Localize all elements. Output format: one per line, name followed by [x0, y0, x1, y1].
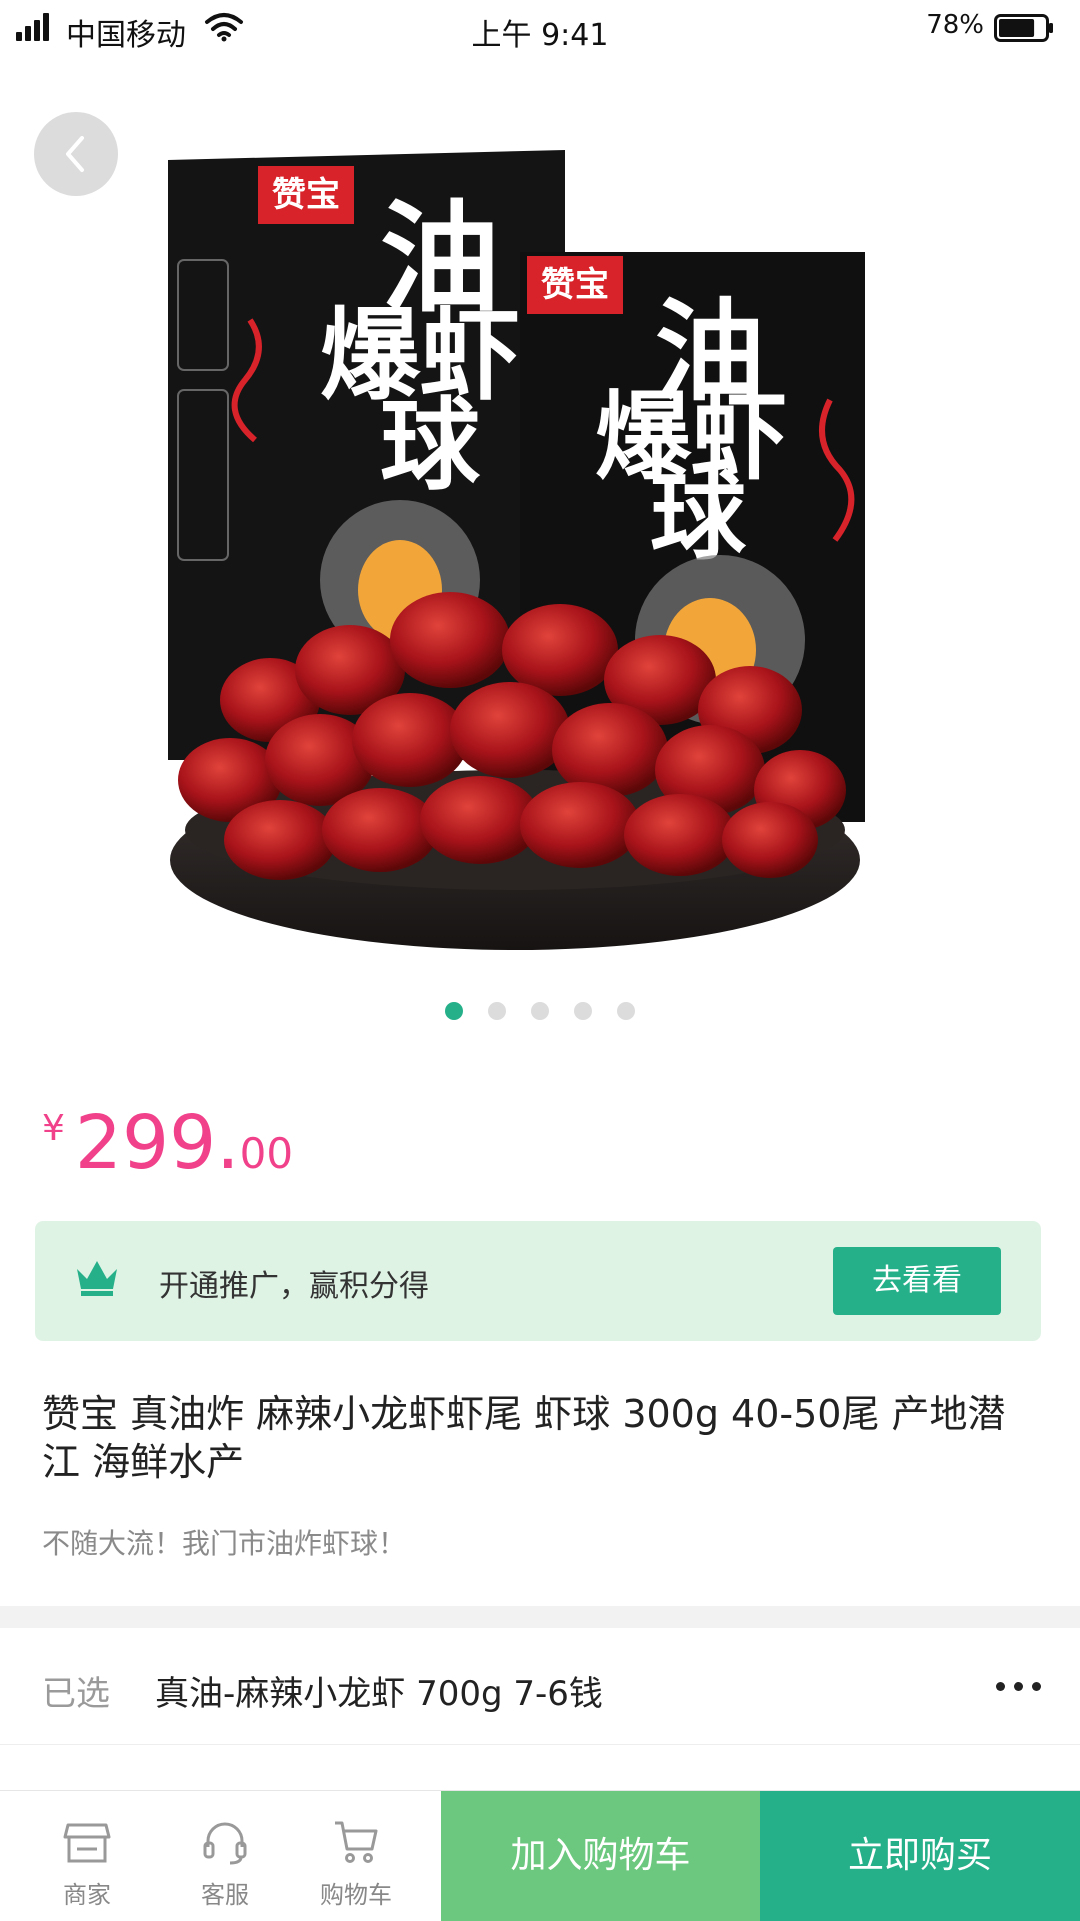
- headset-icon: [203, 1822, 247, 1865]
- product-image-carousel[interactable]: 赞宝 油 爆虾 球 赞宝 油 爆虾 球: [0, 60, 1080, 1050]
- carousel-indicator: [0, 1002, 1080, 1020]
- buy-now-button[interactable]: 立即购买: [760, 1791, 1080, 1921]
- tab-customer-service[interactable]: 客服: [160, 1791, 290, 1921]
- battery-icon: [994, 14, 1053, 42]
- back-button[interactable]: [34, 112, 118, 196]
- product-title: 赞宝 真油炸 麻辣小龙虾虾尾 虾球 300g 40-50尾 产地潜江 海鲜水产: [42, 1392, 1006, 1484]
- product-price: ¥299.00: [42, 1100, 293, 1186]
- spec-label: 已选: [42, 1674, 110, 1714]
- chevron-left-icon: [66, 136, 84, 172]
- promotion-text: 开通推广，赢积分得: [159, 1269, 429, 1304]
- selected-spec-row[interactable]: 已选 真油-麻辣小龙虾 700g 7-6钱: [0, 1628, 1080, 1745]
- spec-value: 真油-麻辣小龙虾 700g 7-6钱: [155, 1674, 603, 1714]
- status-time: 上午 9:41: [471, 18, 609, 53]
- price-decimal: 00: [239, 1129, 294, 1178]
- cart-icon: [335, 1821, 378, 1863]
- bottom-action-bar: 商家 客服 购物车 加入购物车 立即购买: [0, 1790, 1080, 1921]
- more-icon[interactable]: [996, 1682, 1042, 1692]
- svg-text:赞宝: 赞宝: [272, 175, 340, 215]
- tab-cart[interactable]: 购物车: [291, 1791, 421, 1921]
- carousel-dot[interactable]: [574, 1002, 592, 1020]
- tab-customer-service-label: 客服: [201, 1881, 249, 1909]
- tab-store[interactable]: 商家: [22, 1791, 152, 1921]
- carousel-dot[interactable]: [445, 1002, 463, 1020]
- carousel-dot[interactable]: [488, 1002, 506, 1020]
- promotion-view-button[interactable]: 去看看: [833, 1247, 1001, 1315]
- carousel-dot[interactable]: [617, 1002, 635, 1020]
- product-subtitle: 不随大流！我门市油炸虾球！: [42, 1527, 407, 1560]
- tab-store-label: 商家: [63, 1881, 111, 1909]
- tab-cart-label: 购物车: [320, 1881, 392, 1909]
- product-image: 赞宝 油 爆虾 球 赞宝 油 爆虾 球: [168, 150, 865, 950]
- section-divider: [0, 1606, 1080, 1628]
- currency-symbol: ¥: [42, 1108, 65, 1149]
- add-to-cart-button[interactable]: 加入购物车: [441, 1791, 760, 1921]
- svg-text:球: 球: [380, 386, 481, 504]
- store-icon: [63, 1823, 111, 1863]
- battery-percent: 78%: [926, 10, 984, 40]
- price-integer: 299.: [74, 1100, 240, 1186]
- status-bar: 中国移动 上午 9:41 78%: [0, 0, 1080, 60]
- carousel-dot[interactable]: [531, 1002, 549, 1020]
- crown-icon: [77, 1261, 117, 1296]
- svg-text:赞宝: 赞宝: [541, 265, 609, 305]
- promotion-banner: 开通推广，赢积分得 去看看: [35, 1221, 1041, 1341]
